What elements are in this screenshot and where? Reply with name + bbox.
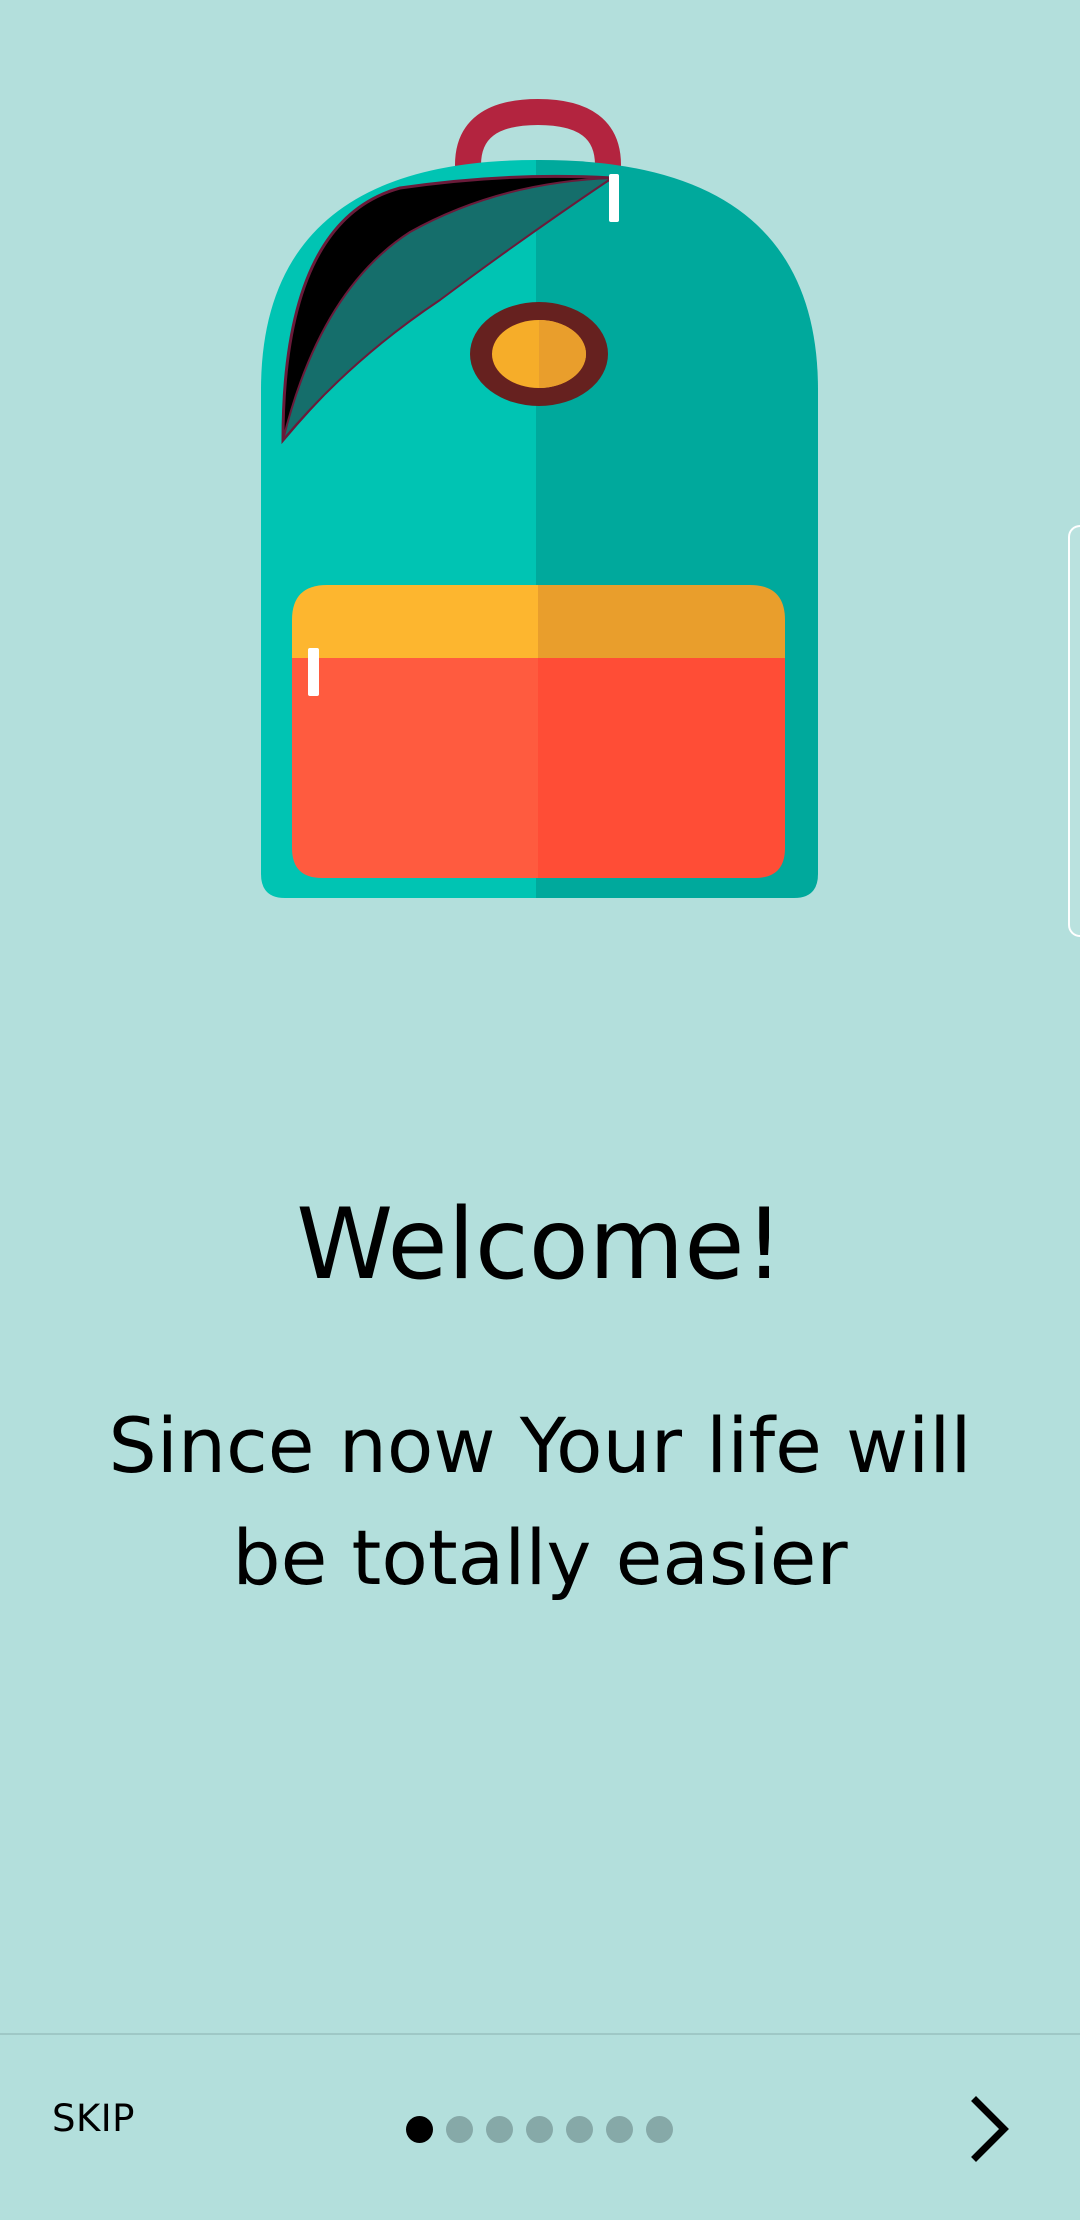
page-dot bbox=[646, 2115, 673, 2143]
backpack-illustration bbox=[0, 0, 1080, 920]
page-dot-active bbox=[406, 2115, 433, 2143]
page-dot bbox=[526, 2115, 553, 2143]
welcome-subtitle: Since now Your life will be totally easi… bbox=[108, 1401, 972, 1602]
page-dot bbox=[566, 2115, 593, 2143]
edge-panel-handle[interactable] bbox=[1068, 525, 1080, 937]
page-dot bbox=[446, 2115, 473, 2143]
welcome-title: Welcome! bbox=[296, 1188, 784, 1302]
skip-button[interactable]: SKIP bbox=[52, 2097, 135, 2141]
onboarding-footer: SKIP bbox=[0, 2033, 1080, 2220]
onboarding-screen: Welcome! Since now Your life will be tot… bbox=[0, 0, 1080, 2220]
page-dot bbox=[486, 2115, 513, 2143]
page-indicator bbox=[406, 2115, 673, 2143]
next-button[interactable] bbox=[958, 2093, 1024, 2165]
chevron-right-icon bbox=[958, 2093, 1024, 2165]
page-dot bbox=[606, 2115, 633, 2143]
